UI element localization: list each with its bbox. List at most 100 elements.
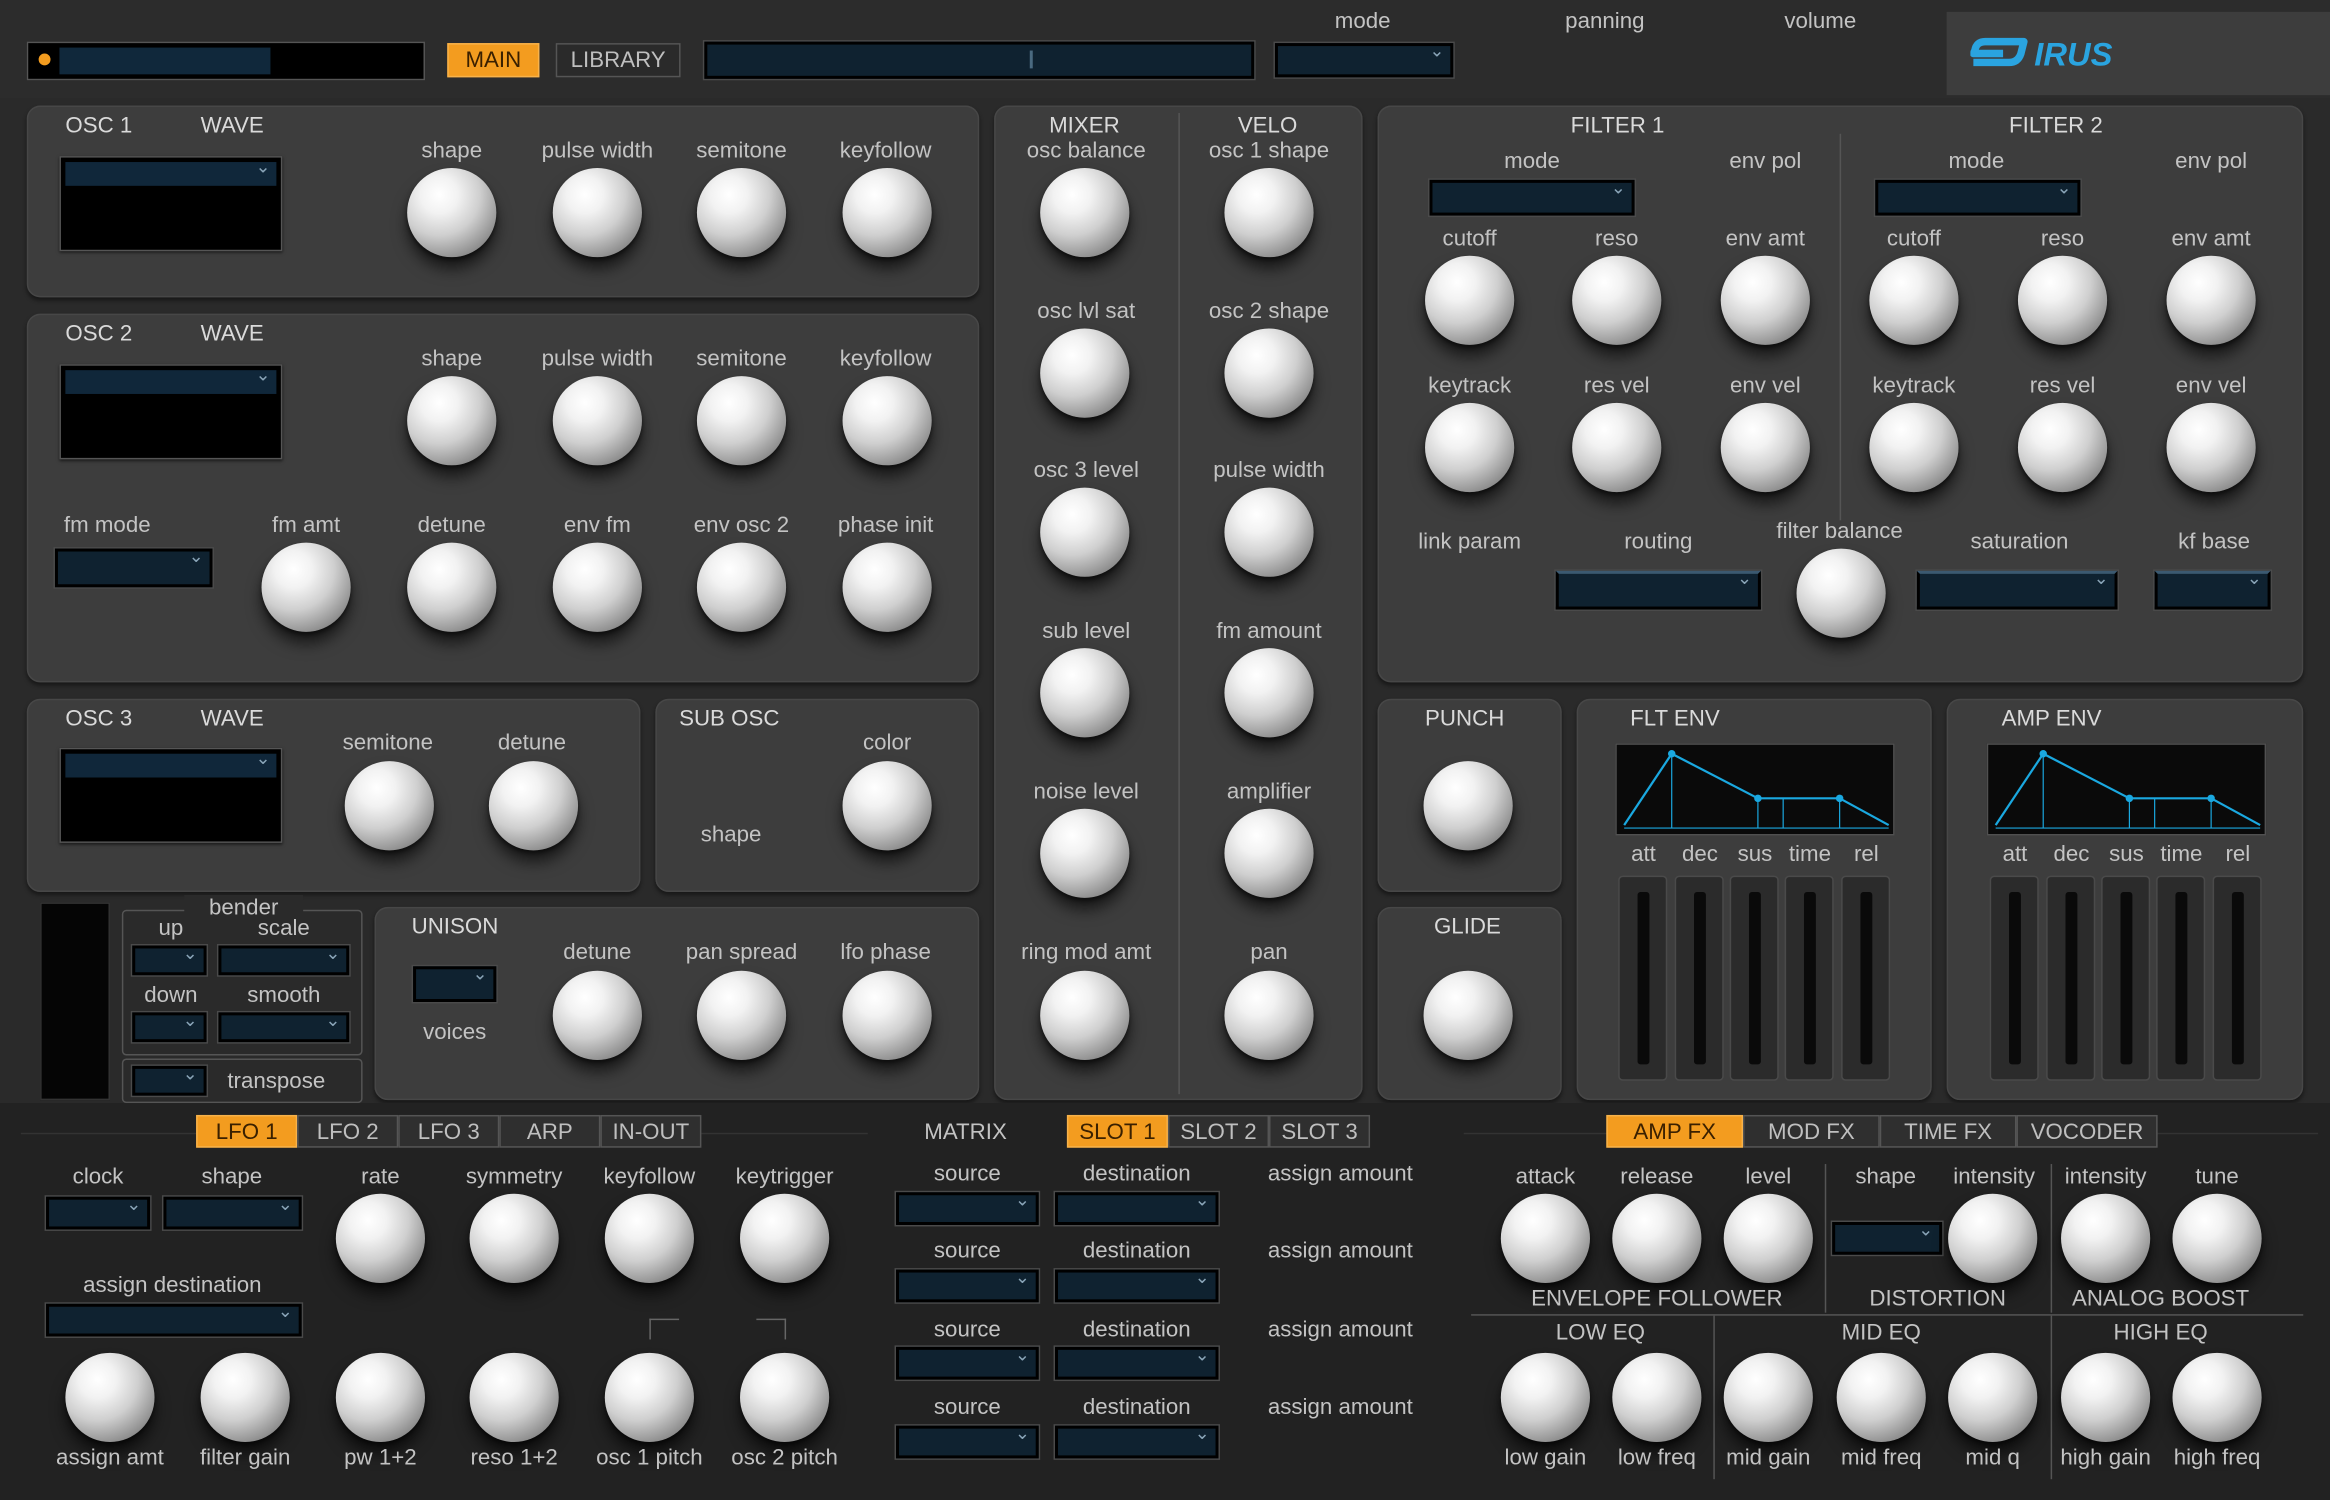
fx-release-knob[interactable] xyxy=(1612,1193,1702,1283)
lfo-keyfollow-knob[interactable] xyxy=(604,1193,694,1283)
mixer-osc-lvl-sat-knob[interactable] xyxy=(1040,328,1130,418)
flt-env-sus-fader[interactable] xyxy=(1729,875,1779,1081)
lfo-pw12-knob[interactable] xyxy=(335,1352,425,1443)
matrix-source-1-dropdown[interactable] xyxy=(896,1189,1039,1225)
amp-env-display[interactable] xyxy=(1986,743,2267,836)
mode-dropdown[interactable] xyxy=(1274,40,1454,78)
fx-distortion-intensity-knob[interactable] xyxy=(1948,1193,2038,1283)
amp-env-att-fader[interactable] xyxy=(1989,875,2039,1081)
lfo-reso12-knob[interactable] xyxy=(469,1352,559,1443)
tab-library[interactable]: LIBRARY xyxy=(555,43,681,78)
bender-scale-dropdown[interactable] xyxy=(218,943,350,976)
transpose-dropdown[interactable] xyxy=(132,1063,207,1096)
osc2-wave-display[interactable] xyxy=(59,364,283,460)
flt-env-att-fader[interactable] xyxy=(1618,875,1668,1081)
osc1-keyfollow-knob[interactable] xyxy=(842,167,932,258)
fx-distortion-shape-dropdown[interactable] xyxy=(1832,1219,1943,1255)
lfo-clock-dropdown[interactable] xyxy=(46,1194,151,1230)
osc2-env-osc2-knob[interactable] xyxy=(696,542,787,632)
osc2-env-fm-knob[interactable] xyxy=(552,542,642,632)
osc2-semitone-knob[interactable] xyxy=(696,376,787,466)
unison-lfo-phase-knob[interactable] xyxy=(842,970,932,1060)
fx-boost-intensity-knob[interactable] xyxy=(2061,1193,2151,1283)
fx-level-knob[interactable] xyxy=(1723,1193,1813,1283)
tab-main[interactable]: MAIN xyxy=(447,43,540,78)
filter1-mode-dropdown[interactable] xyxy=(1429,177,1635,216)
amp-env-sus-fader[interactable] xyxy=(2101,875,2151,1081)
unison-pan-spread-knob[interactable] xyxy=(696,970,787,1060)
bender-down-dropdown[interactable] xyxy=(132,1009,207,1043)
matrix-destination-1-dropdown[interactable] xyxy=(1055,1189,1219,1225)
filter1-env-amt-knob[interactable] xyxy=(1720,255,1810,345)
matrix-source-3-dropdown[interactable] xyxy=(896,1344,1039,1380)
tab-vocoder[interactable]: VOCODER xyxy=(2016,1114,2158,1148)
matrix-source-4-dropdown[interactable] xyxy=(896,1423,1039,1459)
mixer-osc3-level-knob[interactable] xyxy=(1040,487,1130,577)
lfo-osc2-pitch-knob[interactable] xyxy=(740,1352,830,1443)
lfo-filter-gain-knob[interactable] xyxy=(200,1352,290,1443)
amp-env-time-fader[interactable] xyxy=(2156,875,2206,1081)
osc3-wave-display[interactable] xyxy=(59,748,283,843)
osc2-fm-mode-dropdown[interactable] xyxy=(54,546,213,588)
tab-lfo1[interactable]: LFO 1 xyxy=(196,1114,298,1148)
fx-low-freq-knob[interactable] xyxy=(1612,1352,1702,1443)
velo-pan-knob[interactable] xyxy=(1224,970,1314,1060)
osc3-semitone-knob[interactable] xyxy=(344,761,434,851)
patch-name-field[interactable] xyxy=(59,47,271,75)
osc2-pulse-width-knob[interactable] xyxy=(552,376,642,466)
matrix-destination-3-dropdown[interactable] xyxy=(1055,1344,1219,1380)
filter2-reso-knob[interactable] xyxy=(2017,255,2108,345)
lfo-shape-dropdown[interactable] xyxy=(163,1194,302,1230)
velo-amplifier-knob[interactable] xyxy=(1224,808,1314,898)
filter2-mode-dropdown[interactable] xyxy=(1875,177,2081,216)
lfo-symmetry-knob[interactable] xyxy=(469,1193,559,1283)
tab-lfo2[interactable]: LFO 2 xyxy=(297,1114,399,1148)
glide-knob[interactable] xyxy=(1423,970,1513,1060)
filter1-res-vel-knob[interactable] xyxy=(1572,402,1662,493)
routing-dropdown[interactable] xyxy=(1555,568,1761,610)
fx-mid-freq-knob[interactable] xyxy=(1836,1352,1926,1443)
filter1-env-vel-knob[interactable] xyxy=(1720,402,1810,493)
osc2-fm-amt-knob[interactable] xyxy=(261,542,351,632)
saturation-dropdown[interactable] xyxy=(1916,568,2118,610)
tab-lfo3[interactable]: LFO 3 xyxy=(398,1114,500,1148)
unison-detune-knob[interactable] xyxy=(552,970,642,1060)
lfo-osc1-pitch-knob[interactable] xyxy=(604,1352,694,1443)
unison-voices-dropdown[interactable] xyxy=(413,963,497,1002)
amp-env-rel-fader[interactable] xyxy=(2212,875,2262,1081)
osc2-keyfollow-knob[interactable] xyxy=(842,376,932,466)
mixer-noise-level-knob[interactable] xyxy=(1040,808,1130,898)
fx-high-freq-knob[interactable] xyxy=(2172,1352,2262,1443)
filter2-keytrack-knob[interactable] xyxy=(1869,402,1959,493)
lfo-rate-knob[interactable] xyxy=(335,1193,425,1283)
tab-slot1[interactable]: SLOT 1 xyxy=(1066,1114,1168,1148)
osc1-wave-display[interactable] xyxy=(59,156,283,252)
fx-attack-knob[interactable] xyxy=(1500,1193,1590,1283)
tab-slot3[interactable]: SLOT 3 xyxy=(1269,1114,1371,1148)
matrix-destination-2-dropdown[interactable] xyxy=(1055,1267,1219,1303)
velo-osc1-shape-knob[interactable] xyxy=(1224,167,1314,258)
filter2-res-vel-knob[interactable] xyxy=(2017,402,2108,493)
filter-balance-knob[interactable] xyxy=(1796,548,1886,638)
fx-high-gain-knob[interactable] xyxy=(2061,1352,2151,1443)
velo-osc2-shape-knob[interactable] xyxy=(1224,328,1314,418)
flt-env-rel-fader[interactable] xyxy=(1841,875,1891,1081)
filter2-env-amt-knob[interactable] xyxy=(2166,255,2256,345)
sub-osc-shape-label[interactable]: shape xyxy=(672,822,791,847)
velo-pulse-width-knob[interactable] xyxy=(1224,487,1314,577)
velo-fm-amount-knob[interactable] xyxy=(1224,648,1314,738)
sub-osc-color-knob[interactable] xyxy=(842,761,932,851)
filter2-env-vel-knob[interactable] xyxy=(2166,402,2256,493)
filter2-cutoff-knob[interactable] xyxy=(1869,255,1959,345)
matrix-destination-4-dropdown[interactable] xyxy=(1055,1423,1219,1459)
patch-browser-display[interactable] xyxy=(704,41,1255,79)
mixer-sub-level-knob[interactable] xyxy=(1040,648,1130,738)
lfo-assign-destination-dropdown[interactable] xyxy=(46,1301,302,1337)
tab-mod-fx[interactable]: MOD FX xyxy=(1743,1114,1880,1148)
osc1-pulse-width-knob[interactable] xyxy=(552,167,642,258)
osc2-phase-init-knob[interactable] xyxy=(842,542,932,632)
fx-mid-gain-knob[interactable] xyxy=(1723,1352,1813,1443)
punch-knob[interactable] xyxy=(1423,761,1513,851)
osc2-shape-knob[interactable] xyxy=(407,376,497,466)
bender-up-dropdown[interactable] xyxy=(132,943,207,976)
